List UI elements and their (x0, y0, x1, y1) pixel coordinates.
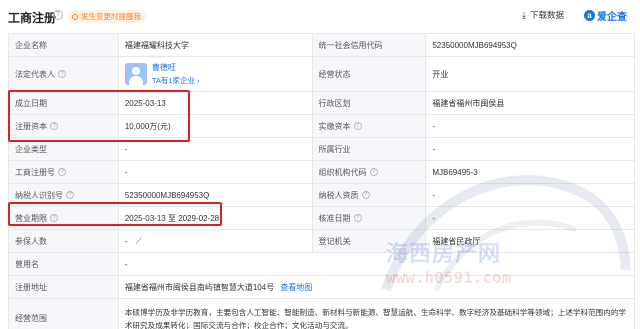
company-name-value: 福建福耀科技大学 (119, 34, 313, 56)
field-label: 工商注册号 ? (9, 161, 119, 183)
field-label: 经营范围 (9, 299, 119, 329)
legal-rep-card[interactable]: 曹德旺 TA有1家企业 › (124, 62, 200, 86)
field-label: 行政区划 (312, 92, 427, 114)
legal-rep-companies-link[interactable]: TA有1家企业 › (152, 75, 200, 86)
admin-region-value: 福建省福州市闽侯县 (426, 92, 635, 114)
insured-count-value: - (124, 236, 128, 246)
taxpayer-id-value: 52350000MJB694953Q (119, 184, 313, 206)
avatar (124, 63, 147, 85)
download-data-button[interactable]: ⤓ 下载数据 (522, 9, 564, 21)
field-label: 营业期限 ? (9, 207, 119, 229)
table-row: 营业期限 ? 2025-03-13 至 2029-02-28 核准日期 ? - (9, 207, 635, 230)
section-title: 工商注册 (8, 11, 57, 25)
trend-line-icon[interactable]: ⟋ (136, 236, 142, 247)
field-label-text: 核准日期 (318, 213, 351, 223)
field-label: 统一社会信用代码 (312, 34, 427, 56)
brand-label: 爱企查 (597, 12, 627, 23)
paid-capital-value: - (426, 115, 635, 137)
field-label-text: 工商注册号 (15, 167, 55, 177)
aiqicha-logo-icon: a (584, 10, 595, 21)
former-name-value: - (119, 253, 635, 275)
registered-address-value: 福建省福州市闽侯县南屿镇智慧大道104号 (124, 282, 275, 292)
field-label: 成立日期 (9, 92, 119, 114)
help-icon[interactable]: ? (50, 214, 58, 222)
help-icon[interactable]: ? (369, 168, 378, 176)
field-label: 企业类型 (9, 138, 119, 160)
help-icon[interactable]: ? (50, 122, 58, 130)
help-icon[interactable]: ? (361, 191, 370, 199)
help-icon[interactable]: ? (66, 191, 74, 199)
legal-rep-text: 曹德旺 TA有1家企业 › (152, 62, 200, 86)
field-label: 组织机构代码 ? (312, 161, 427, 183)
field-label: 注册资本 ? (9, 115, 119, 137)
field-label-text: 组织机构代码 (318, 167, 367, 177)
change-notify-button[interactable]: 发生变更时提醒我 (67, 10, 146, 23)
field-label: 注册地址 (9, 276, 119, 298)
credit-code-value: 52350000MJB694953Q (426, 34, 635, 56)
field-label: 核准日期 ? (312, 207, 427, 229)
field-label: 企业名称 (9, 34, 119, 56)
info-icon[interactable]: ? (53, 10, 63, 20)
view-map-link[interactable]: 查看地图 (280, 282, 312, 293)
download-label: 下载数据 (529, 10, 564, 20)
notify-icon (72, 13, 78, 20)
table-row: 注册地址 福建省福州市闽侯县南屿镇智慧大道104号 查看地图 (9, 276, 635, 299)
help-icon[interactable]: ? (58, 70, 66, 78)
brand-logo: a 爱企查 (584, 8, 627, 23)
download-icon: ⤓ (522, 9, 526, 20)
table-row: 纳税人识别号 ? 52350000MJB694953Q 纳税人资质 ? - (9, 184, 635, 207)
field-label: 参保人数 (9, 230, 119, 252)
field-label-text: 纳税人资质 (318, 190, 359, 200)
industry-value: - (426, 138, 635, 160)
legal-rep-cell: 曹德旺 TA有1家企业 › (119, 57, 313, 91)
registered-capital-value: 10,000万(元) (119, 115, 313, 137)
help-icon[interactable]: ? (58, 168, 66, 176)
table-row: 工商注册号 ? - 组织机构代码 ? MJB69495-3 (9, 161, 635, 184)
field-label: 经营状态 (312, 57, 427, 91)
table-row: 经营范围 本硕博学历及非学历教育，主要包含人工智能、智能制造、新材料与新能源、智… (9, 299, 635, 329)
field-label: 法定代表人 ? (9, 57, 119, 91)
org-code-value: MJB69495-3 (426, 161, 635, 183)
help-icon[interactable]: ? (353, 122, 362, 130)
field-label-text: 注册资本 (15, 121, 47, 131)
established-date-value: 2025-03-13 (119, 92, 313, 114)
field-label-text: 纳税人识别号 (15, 190, 63, 200)
help-icon[interactable]: ? (353, 214, 362, 222)
insured-count-cell: - ⟋ (119, 230, 313, 252)
section-header: 工商注册 ? 发生变更时提醒我 ⤓ 下载数据 a 爱企查 (0, 0, 640, 32)
field-label: 所属行业 (312, 138, 427, 160)
table-row: 成立日期 2025-03-13 行政区划 福建省福州市闽侯县 (9, 92, 635, 115)
field-label-text: 法定代表人 (15, 69, 55, 79)
table-row: 法定代表人 ? 曹德旺 TA有1家企业 › 经营状态 开业 (9, 57, 635, 92)
change-notify-label: 发生变更时提醒我 (81, 12, 141, 21)
company-type-value: - (119, 138, 313, 160)
watermark-name: 海西房产网 (386, 241, 502, 266)
taxpayer-qualification-value: - (426, 184, 635, 206)
table-row: 曾用名 - (9, 253, 635, 276)
registration-table: 企业名称 福建福耀科技大学 统一社会信用代码 52350000MJB694953… (8, 33, 635, 329)
legal-rep-name-link[interactable]: 曹德旺 (152, 62, 200, 73)
business-term-value: 2025-03-13 至 2029-02-28 (119, 207, 313, 229)
field-label: 纳税人识别号 ? (9, 184, 119, 206)
table-row: 注册资本 ? 10,000万(元) 实缴资本 ? - (9, 115, 635, 138)
field-label: 曾用名 (9, 253, 119, 275)
field-label: 纳税人资质 ? (312, 184, 427, 206)
field-label-text: 实缴资本 (318, 121, 351, 131)
table-row: 企业名称 福建福耀科技大学 统一社会信用代码 52350000MJB694953… (9, 34, 635, 57)
field-label: 实缴资本 ? (312, 115, 427, 137)
table-row: 企业类型 - 所属行业 - (9, 138, 635, 161)
approval-date-value: - (426, 207, 635, 229)
business-scope-value: 本硕博学历及非学历教育，主要包含人工智能、智能制造、新材料与新能源、智慧运航、生… (119, 299, 635, 329)
watermark-url: www.h0591.com (386, 268, 512, 287)
registered-address-cell: 福建省福州市闽侯县南屿镇智慧大道104号 查看地图 (119, 276, 635, 298)
business-reg-no-value: - (119, 161, 313, 183)
business-status-value: 开业 (426, 57, 635, 91)
table-row: 参保人数 - ⟋ 登记机关 福建省民政厅 (9, 230, 635, 253)
field-label-text: 营业期限 (15, 213, 47, 223)
